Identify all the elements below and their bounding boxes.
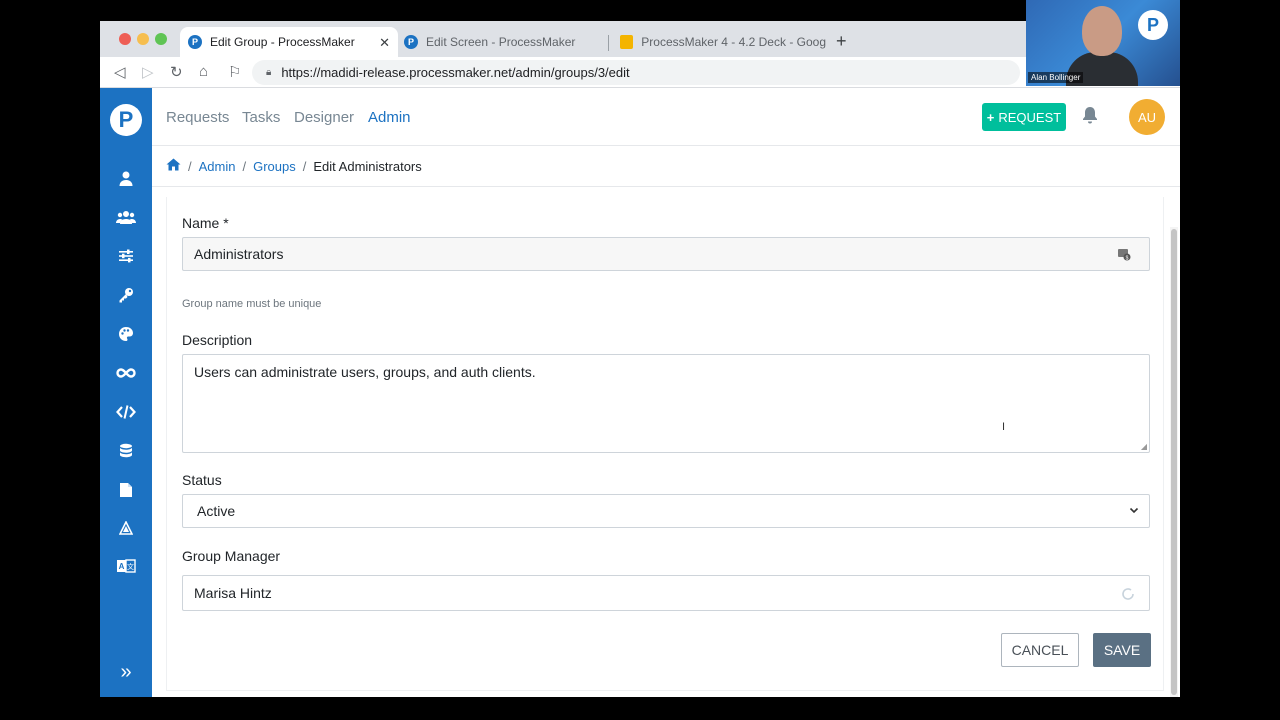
tab-deck[interactable]: ProcessMaker 4 - 4.2 Deck - Goog xyxy=(612,27,826,57)
top-navigation: Requests Tasks Designer Admin + REQUEST … xyxy=(152,88,1180,146)
avatar-initials: AU xyxy=(1137,109,1157,125)
tab-title: Edit Screen - ProcessMaker xyxy=(426,35,576,49)
nav-designer[interactable]: Designer xyxy=(294,109,354,126)
name-label: Name * xyxy=(182,215,229,231)
save-label: SAVE xyxy=(1103,642,1141,658)
status-select[interactable]: Active xyxy=(182,494,1150,528)
resize-handle-icon[interactable]: ◢ xyxy=(1141,442,1147,451)
address-bar[interactable]: 🔒︎ https://madidi-release.processmaker.n… xyxy=(252,60,1020,85)
description-label: Description xyxy=(182,332,253,348)
edit-group-form: Name * Administrators $ Group name must … xyxy=(152,187,1180,697)
breadcrumb-groups[interactable]: Groups xyxy=(253,159,296,174)
users-icon[interactable] xyxy=(100,209,152,230)
breadcrumb-admin[interactable]: Admin xyxy=(199,159,236,174)
home-icon[interactable] xyxy=(166,158,181,174)
translate-icon[interactable]: A文 xyxy=(100,559,152,578)
password-manager-icon[interactable]: $ xyxy=(1117,247,1131,264)
breadcrumb-current: Edit Administrators xyxy=(313,158,422,174)
group-manager-select[interactable]: Marisa Hintz xyxy=(182,575,1150,611)
close-window-button[interactable] xyxy=(119,33,131,45)
new-request-button[interactable]: + REQUEST xyxy=(982,103,1066,131)
sidebar: P A文 » xyxy=(100,88,152,697)
tab-divider xyxy=(608,35,609,51)
home-icon[interactable]: ⌂ xyxy=(199,63,208,80)
chevron-down-icon xyxy=(1129,504,1139,518)
forward-icon[interactable]: ▷ xyxy=(142,63,154,81)
reload-icon[interactable]: ↻ xyxy=(170,63,183,81)
url-text: https://madidi-release.processmaker.net/… xyxy=(281,65,630,80)
name-help-text: Group name must be unique xyxy=(182,298,322,310)
breadcrumb-separator: / xyxy=(302,158,307,174)
processmaker-logo-icon: P xyxy=(1138,10,1168,40)
code-icon[interactable] xyxy=(100,404,152,425)
browser-toolbar: ◁ ▷ ↻ ⌂ ⚐ 🔒︎ https://madidi-release.proc… xyxy=(100,57,1180,88)
chevron-double-right-icon[interactable]: » xyxy=(100,661,152,684)
database-icon[interactable] xyxy=(100,443,152,464)
tab-title: ProcessMaker 4 - 4.2 Deck - Goog xyxy=(641,35,826,49)
text-cursor-icon: I xyxy=(1002,421,1006,433)
sliders-icon[interactable] xyxy=(100,248,152,269)
save-button[interactable]: SAVE xyxy=(1093,633,1151,667)
name-value: Administrators xyxy=(194,246,284,262)
new-tab-icon[interactable]: + xyxy=(836,31,847,52)
description-textarea[interactable]: Users can administrate users, groups, an… xyxy=(182,354,1150,453)
group-manager-label: Group Manager xyxy=(182,548,281,564)
key-icon[interactable] xyxy=(100,287,152,308)
user-icon[interactable] xyxy=(100,170,152,191)
svg-text:A: A xyxy=(119,562,125,571)
nav-admin[interactable]: Admin xyxy=(368,109,411,126)
close-tab-icon[interactable]: ✕ xyxy=(379,35,390,51)
minimize-window-button[interactable] xyxy=(137,33,149,45)
scrollbar-thumb[interactable] xyxy=(1171,229,1177,695)
slides-favicon-icon xyxy=(620,35,634,49)
palette-icon[interactable] xyxy=(100,326,152,347)
triangle-icon[interactable] xyxy=(100,520,152,540)
webcam-overlay: P Alan Bollinger xyxy=(1026,0,1180,86)
svg-text:文: 文 xyxy=(127,562,134,571)
cancel-button[interactable]: CANCEL xyxy=(1001,633,1079,667)
back-icon[interactable]: ◁ xyxy=(114,63,126,81)
processmaker-favicon-icon: P xyxy=(188,35,202,49)
svg-text:$: $ xyxy=(1126,255,1129,261)
avatar[interactable]: AU xyxy=(1129,99,1165,135)
request-button-label: REQUEST xyxy=(998,109,1062,125)
nav-requests[interactable]: Requests xyxy=(166,109,229,126)
tab-title: Edit Group - ProcessMaker xyxy=(210,35,355,49)
bell-icon[interactable] xyxy=(1082,106,1098,129)
loading-spinner-icon xyxy=(1121,587,1135,604)
nav-tasks[interactable]: Tasks xyxy=(242,109,280,126)
plus-icon: + xyxy=(986,109,995,125)
processmaker-favicon-icon: P xyxy=(404,35,418,49)
tab-bar: P Edit Group - ProcessMaker ✕ P Edit Scr… xyxy=(100,21,1180,57)
presenter-name: Alan Bollinger xyxy=(1028,72,1084,83)
cancel-label: CANCEL xyxy=(1011,642,1069,658)
group-manager-value: Marisa Hintz xyxy=(194,585,272,601)
tab-edit-screen[interactable]: P Edit Screen - ProcessMaker xyxy=(396,27,606,57)
breadcrumb-separator: / xyxy=(188,158,192,174)
file-icon[interactable] xyxy=(100,482,152,503)
maximize-window-button[interactable] xyxy=(155,33,167,45)
name-input[interactable]: Administrators $ xyxy=(182,237,1150,271)
presenter-head xyxy=(1082,6,1122,56)
description-value: Users can administrate users, groups, an… xyxy=(194,364,536,380)
tab-edit-group[interactable]: P Edit Group - ProcessMaker ✕ xyxy=(180,27,398,57)
bookmark-icon[interactable]: ⚐ xyxy=(228,63,241,81)
lock-icon: 🔒︎ xyxy=(266,67,272,78)
breadcrumb-separator: / xyxy=(242,158,247,174)
processmaker-logo-icon[interactable]: P xyxy=(110,104,142,136)
status-label: Status xyxy=(182,472,222,488)
breadcrumb: / Admin / Groups / Edit Administrators xyxy=(152,146,1180,187)
status-value: Active xyxy=(197,503,236,519)
browser-window: P Edit Group - ProcessMaker ✕ P Edit Scr… xyxy=(100,21,1180,697)
infinity-icon[interactable] xyxy=(100,365,152,386)
